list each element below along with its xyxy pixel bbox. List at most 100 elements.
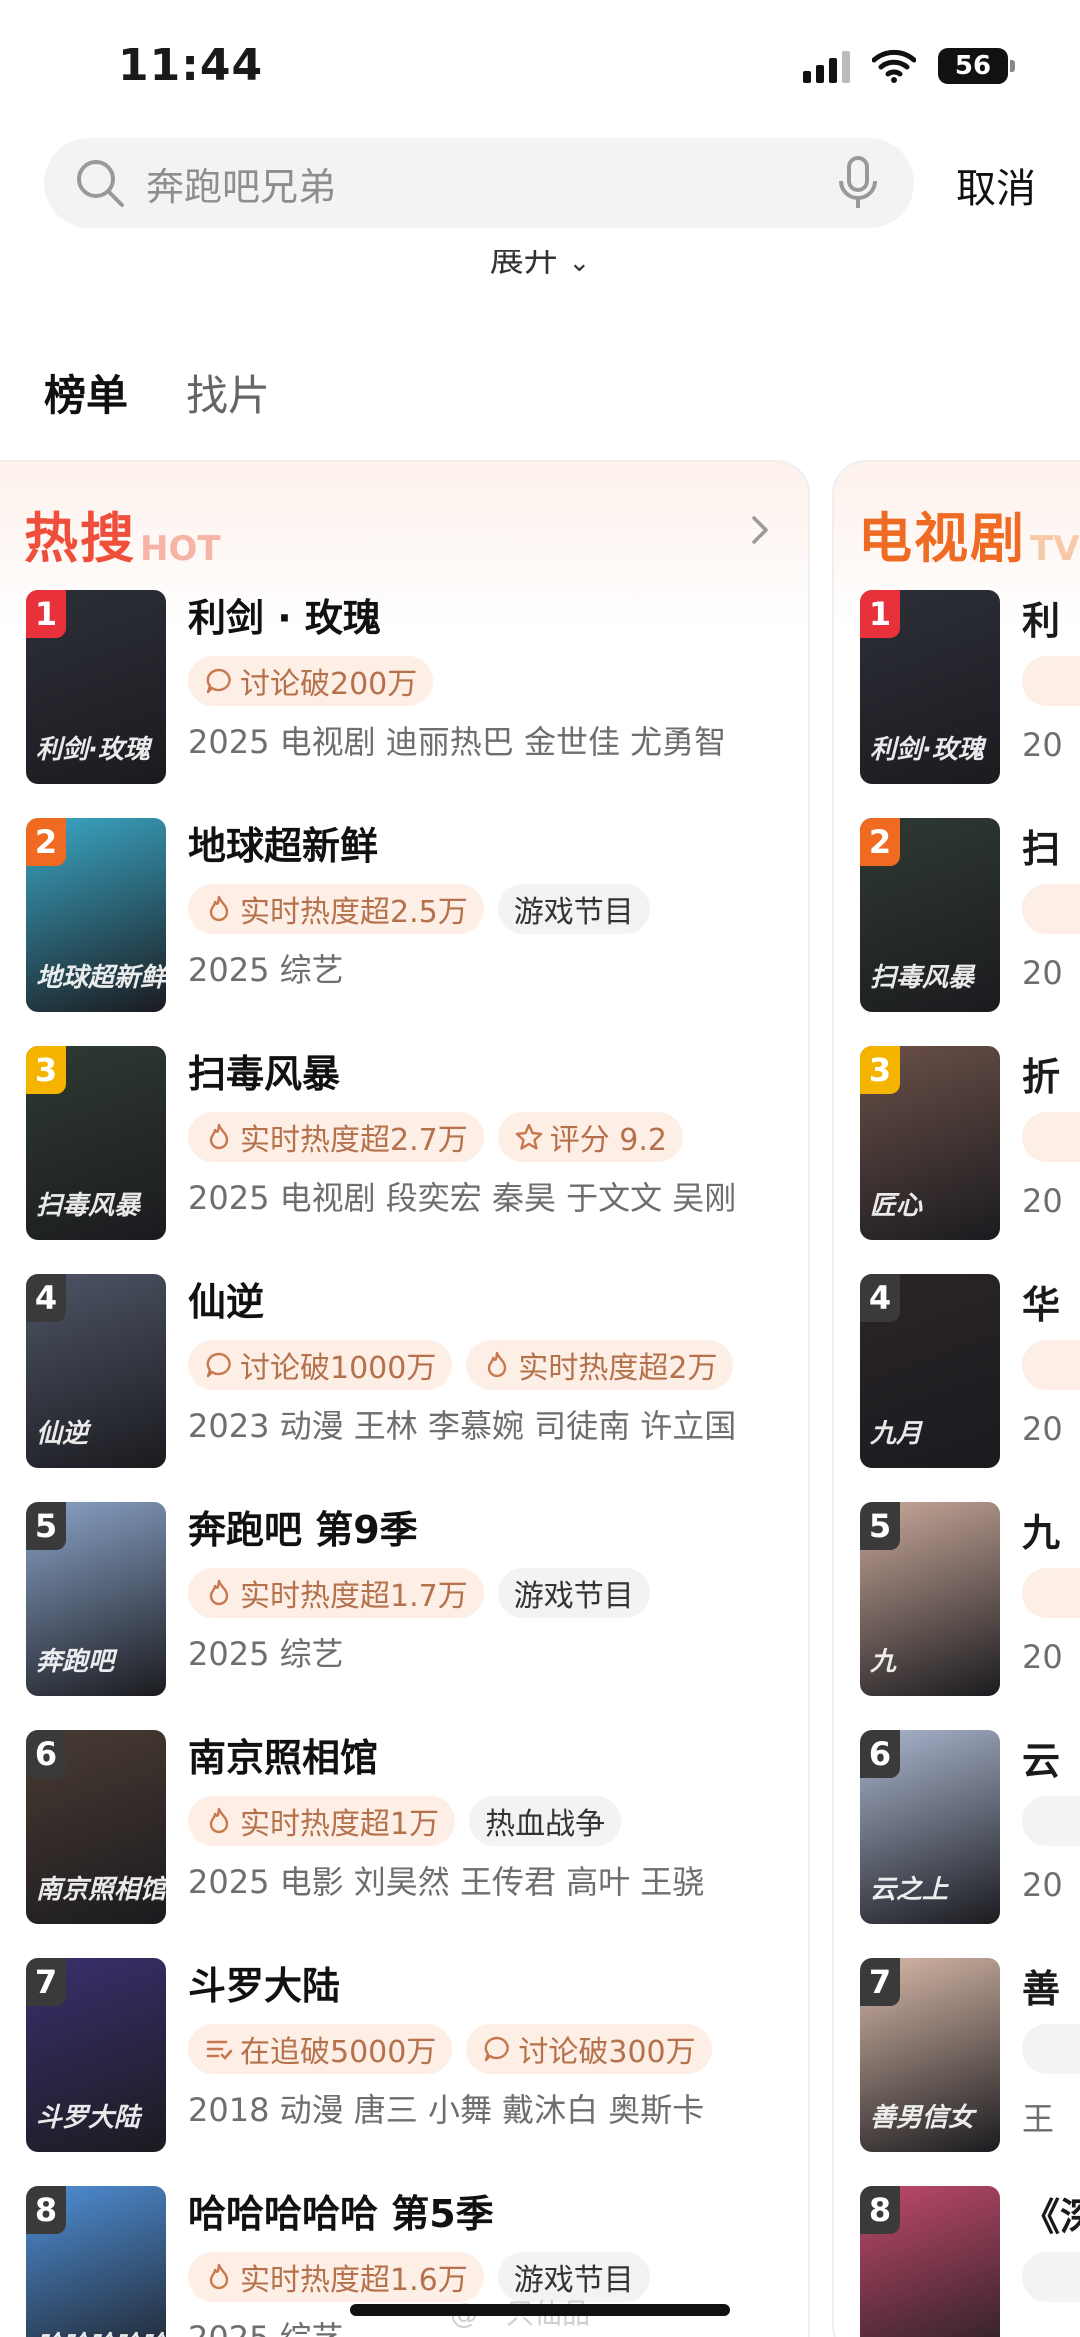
- cancel-button[interactable]: 取消: [956, 156, 1036, 214]
- poster-image[interactable]: 1 利剑·玫瑰: [860, 590, 1000, 784]
- item-tag[interactable]: 实时热度超2.7万: [188, 1112, 484, 1162]
- tv-drama-card: 电视剧 TV 1 利剑·玫瑰利 20 2 扫毒风暴扫 20 3 匠心折 20 4 九月华 20 5 九九 2…: [832, 460, 1080, 2337]
- poster-caption: 斗罗大陆: [36, 2103, 141, 2133]
- item-tag[interactable]: 实时热度超2万: [466, 1340, 734, 1390]
- item-title[interactable]: 扫: [1022, 818, 1080, 873]
- poster-image[interactable]: 5 奔跑吧: [26, 1502, 166, 1696]
- list-item[interactable]: 2 扫毒风暴 扫 20: [860, 818, 1080, 1014]
- item-title[interactable]: 哈哈哈哈哈 第5季: [188, 2186, 808, 2242]
- tv-card-header[interactable]: 电视剧 TV: [858, 494, 1080, 573]
- flame-icon: [204, 1806, 240, 1836]
- item-title[interactable]: 利: [1022, 590, 1080, 645]
- item-title[interactable]: 扫毒风暴: [188, 1046, 808, 1102]
- item-title[interactable]: 云: [1022, 1730, 1080, 1785]
- item-tag[interactable]: [1022, 2024, 1080, 2074]
- item-tag[interactable]: 游戏节目: [497, 884, 650, 934]
- poster-image[interactable]: 7 斗罗大陆: [26, 1958, 166, 2152]
- item-meta: 20: [1022, 1638, 1063, 1676]
- item-meta: 20: [1022, 726, 1063, 764]
- item-tag[interactable]: 实时热度超2.5万: [188, 884, 484, 934]
- item-title[interactable]: 奔跑吧 第9季: [188, 1502, 808, 1558]
- hot-card-subtitle: HOT: [140, 529, 221, 569]
- poster-image[interactable]: 8: [860, 2186, 1000, 2337]
- poster-caption: 利剑·玫瑰: [36, 735, 150, 765]
- wifi-icon: [872, 49, 916, 83]
- list-item[interactable]: 8 《深: [860, 2186, 1080, 2337]
- item-meta: 2025 电视剧 迪丽热巴 金世佳 尤勇智: [188, 723, 727, 761]
- status-time: 11:44: [118, 40, 264, 91]
- poster-caption: 仙逆: [36, 1419, 89, 1449]
- item-tag-label: 实时热度超1.6万: [240, 2263, 468, 2298]
- item-tag[interactable]: 在追破5000万: [188, 2024, 453, 2074]
- item-title[interactable]: 斗罗大陆: [188, 1958, 808, 2014]
- item-tag[interactable]: 实时热度超1万: [188, 1796, 456, 1846]
- item-tag[interactable]: [1022, 1568, 1080, 1618]
- item-title[interactable]: 折: [1022, 1046, 1080, 1101]
- item-tag[interactable]: 讨论破300万: [466, 2024, 712, 2074]
- search-input[interactable]: 奔跑吧兄弟: [44, 138, 914, 228]
- item-tag[interactable]: 实时热度超1.7万: [188, 1568, 484, 1618]
- poster-image[interactable]: 8 哈哈哈哈哈: [26, 2186, 166, 2337]
- tab-bar: 榜单 找片: [44, 362, 270, 423]
- rank-badge: 3: [26, 1046, 66, 1094]
- item-title[interactable]: 南京照相馆: [188, 1730, 808, 1786]
- expand-toggle[interactable]: 展开 ⌄: [0, 250, 1080, 290]
- item-tag[interactable]: 讨论破1000万: [188, 1340, 453, 1390]
- item-tag[interactable]: [1022, 2252, 1080, 2302]
- star-icon: [514, 1122, 550, 1152]
- item-tag[interactable]: [1022, 656, 1080, 706]
- rank-badge: 5: [860, 1502, 900, 1550]
- item-tag[interactable]: [1022, 1796, 1080, 1846]
- item-tag[interactable]: 讨论破200万: [188, 656, 434, 706]
- list-item[interactable]: 5 九九 20: [860, 1502, 1080, 1698]
- tab-find-shows[interactable]: 找片: [186, 362, 270, 423]
- item-meta: 20: [1022, 1182, 1063, 1220]
- item-meta: 20: [1022, 1866, 1063, 1904]
- chevron-right-icon[interactable]: [748, 512, 772, 548]
- list-item[interactable]: 6 云之上 云 20: [860, 1730, 1080, 1926]
- poster-image[interactable]: 5九: [860, 1502, 1000, 1696]
- item-title[interactable]: 九: [1022, 1502, 1080, 1557]
- item-title[interactable]: 仙逆: [188, 1274, 808, 1330]
- item-tags: 实时热度超1万 热血战争: [188, 1796, 808, 1846]
- poster-image[interactable]: 4 仙逆: [26, 1274, 166, 1468]
- rank-badge: 2: [26, 818, 66, 866]
- hot-card-header[interactable]: 热搜 HOT: [24, 494, 221, 573]
- poster-image[interactable]: 1 利剑·玫瑰: [26, 590, 166, 784]
- item-meta: 20: [1022, 954, 1063, 992]
- poster-image[interactable]: 7 善男信女: [860, 1958, 1000, 2152]
- poster-image[interactable]: 6 南京照相馆: [26, 1730, 166, 1924]
- tv-card-subtitle: TV: [1030, 529, 1080, 569]
- item-tag[interactable]: 热血战争: [469, 1796, 622, 1846]
- poster-image[interactable]: 3 扫毒风暴: [26, 1046, 166, 1240]
- item-tag[interactable]: 评分 9.2: [497, 1112, 683, 1162]
- flame-icon: [204, 894, 240, 924]
- home-indicator[interactable]: [350, 2304, 730, 2316]
- microphone-icon[interactable]: [836, 155, 880, 211]
- item-title[interactable]: 华: [1022, 1274, 1080, 1329]
- item-tag[interactable]: [1022, 1340, 1080, 1390]
- item-title[interactable]: 地球超新鲜: [188, 818, 808, 874]
- poster-image[interactable]: 3 匠心: [860, 1046, 1000, 1240]
- poster-image[interactable]: 2 地球超新鲜: [26, 818, 166, 1012]
- poster-image[interactable]: 6 云之上: [860, 1730, 1000, 1924]
- item-info: 斗罗大陆 在追破5000万 讨论破300万 2018 动漫 唐三 小舞 戴沐白 奥斯卡: [188, 1958, 808, 2132]
- item-title[interactable]: 善: [1022, 1958, 1080, 2013]
- item-title[interactable]: 利剑 · 玫瑰: [188, 590, 808, 646]
- poster-image[interactable]: 4 九月: [860, 1274, 1000, 1468]
- poster-image[interactable]: 2 扫毒风暴: [860, 818, 1000, 1012]
- item-tag[interactable]: [1022, 1112, 1080, 1162]
- item-meta: 2025 电影 刘昊然 王传君 高叶 王骁: [188, 1863, 705, 1901]
- item-title[interactable]: 《深: [1022, 2186, 1080, 2241]
- item-meta: 20: [1022, 1410, 1063, 1448]
- flame-icon: [204, 1578, 240, 1608]
- item-tag[interactable]: [1022, 884, 1080, 934]
- poster-caption: 云之上: [870, 1875, 949, 1905]
- list-item[interactable]: 4 九月 华 20: [860, 1274, 1080, 1470]
- item-tag[interactable]: 游戏节目: [497, 1568, 650, 1618]
- list-item[interactable]: 3 匠心 折 20: [860, 1046, 1080, 1242]
- list-item[interactable]: 7 善男信女 善王: [860, 1958, 1080, 2154]
- item-tag[interactable]: 实时热度超1.6万: [188, 2252, 484, 2302]
- tab-rankings[interactable]: 榜单: [44, 362, 128, 423]
- list-item[interactable]: 1 利剑·玫瑰 利 20: [860, 590, 1080, 786]
